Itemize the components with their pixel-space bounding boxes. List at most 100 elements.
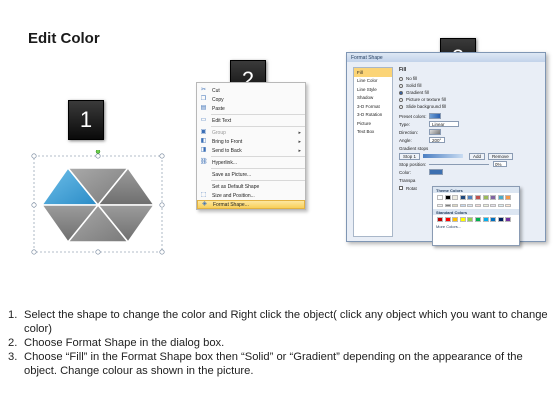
menu-item-save-as-picture[interactable]: Save as Picture... bbox=[197, 170, 305, 179]
gradient-stops-label: Gradient stops bbox=[399, 145, 429, 151]
type-label: Type: bbox=[399, 121, 411, 127]
radio-icon bbox=[399, 76, 403, 81]
color-swatch[interactable] bbox=[467, 217, 474, 223]
menu-item-group[interactable]: ▣ Group ▸ bbox=[197, 128, 305, 137]
color-swatch[interactable] bbox=[459, 217, 466, 223]
category-list: Fill Line Color Line Style Shadow 3-D Fo… bbox=[353, 67, 393, 237]
preset-colors-dropdown[interactable] bbox=[429, 113, 441, 119]
angle-input[interactable]: 200° bbox=[429, 137, 445, 143]
menu-item-bring-to-front[interactable]: ◧ Bring to Front ▸ bbox=[197, 137, 305, 146]
type-dropdown[interactable]: Linear bbox=[429, 121, 459, 127]
color-swatch[interactable] bbox=[444, 195, 451, 200]
color-swatch[interactable] bbox=[490, 217, 497, 223]
color-swatch[interactable] bbox=[467, 195, 474, 200]
color-swatch[interactable] bbox=[452, 204, 459, 208]
color-swatch[interactable] bbox=[490, 204, 497, 208]
color-swatch[interactable] bbox=[437, 204, 443, 208]
stop-position-label: Stop position: bbox=[399, 161, 427, 167]
color-palette-popup: Theme Colors Standard Colors More Colors… bbox=[432, 186, 520, 246]
resize-handle[interactable] bbox=[159, 249, 165, 255]
option-gradient-fill[interactable]: Gradient fill bbox=[399, 89, 539, 96]
scissors-icon: ✂ bbox=[200, 87, 207, 93]
option-no-fill[interactable]: No fill bbox=[399, 75, 539, 82]
color-swatch[interactable] bbox=[482, 195, 489, 200]
menu-item-set-default-shape[interactable]: Set as Default Shape bbox=[197, 182, 305, 191]
menu-item-cut[interactable]: ✂ Cut bbox=[197, 86, 305, 95]
option-solid-fill[interactable]: Solid fill bbox=[399, 82, 539, 89]
remove-stop-button[interactable]: Remove bbox=[488, 152, 513, 160]
add-stop-button[interactable]: Add bbox=[469, 152, 486, 160]
category-shadow[interactable]: Shadow bbox=[354, 94, 392, 103]
radio-icon bbox=[399, 104, 403, 109]
stop-position-input[interactable]: 0% bbox=[493, 161, 507, 167]
size-icon: ⬚ bbox=[200, 192, 207, 198]
bring-front-icon: ◧ bbox=[200, 138, 207, 144]
hexagon-shape[interactable] bbox=[30, 150, 170, 260]
radio-icon bbox=[399, 97, 403, 102]
category-picture[interactable]: Picture bbox=[354, 119, 392, 128]
category-3d-rotation[interactable]: 3-D Rotation bbox=[354, 111, 392, 120]
submenu-arrow-icon: ▸ bbox=[298, 147, 301, 154]
color-dropdown[interactable] bbox=[429, 169, 443, 175]
rotate-checkbox[interactable] bbox=[399, 186, 403, 190]
resize-handle[interactable] bbox=[31, 249, 37, 255]
color-swatch[interactable] bbox=[467, 204, 474, 208]
color-swatch[interactable] bbox=[482, 204, 489, 208]
color-swatch[interactable] bbox=[505, 195, 512, 200]
radio-icon bbox=[399, 83, 403, 88]
resize-handle[interactable] bbox=[95, 249, 101, 255]
category-fill[interactable]: Fill bbox=[354, 68, 392, 77]
menu-item-paste[interactable]: ▤ Paste bbox=[197, 104, 305, 113]
color-swatch[interactable] bbox=[490, 195, 497, 200]
category-text-box[interactable]: Text Box bbox=[354, 128, 392, 137]
hyperlink-icon: ⛓ bbox=[200, 159, 208, 165]
color-swatch[interactable] bbox=[437, 217, 443, 223]
color-swatch[interactable] bbox=[505, 217, 512, 223]
color-swatch[interactable] bbox=[482, 217, 489, 223]
option-picture-fill[interactable]: Picture or texture fill bbox=[399, 96, 539, 103]
theme-color-row bbox=[433, 193, 519, 202]
color-swatch[interactable] bbox=[452, 195, 459, 200]
color-swatch[interactable] bbox=[505, 204, 512, 208]
angle-label: Angle: bbox=[399, 137, 412, 143]
resize-handle[interactable] bbox=[159, 202, 165, 208]
dialog-title: Format Shape bbox=[347, 53, 545, 62]
fill-section-title: Fill bbox=[399, 67, 407, 73]
color-swatch[interactable] bbox=[497, 217, 504, 223]
color-swatch[interactable] bbox=[474, 217, 481, 223]
instructions-list: 1. Select the shape to change the color a… bbox=[8, 308, 553, 378]
color-swatch[interactable] bbox=[497, 195, 504, 200]
menu-item-format-shape[interactable]: ◈ Format Shape... bbox=[197, 200, 305, 209]
theme-color-shades bbox=[433, 202, 519, 209]
menu-item-copy[interactable]: ❐ Copy bbox=[197, 95, 305, 104]
rotate-label: Rotat bbox=[406, 185, 417, 191]
color-swatch[interactable] bbox=[444, 204, 451, 208]
color-swatch[interactable] bbox=[474, 204, 481, 208]
color-swatch[interactable] bbox=[459, 195, 466, 200]
stop-dropdown[interactable]: Stop 1 bbox=[399, 152, 421, 160]
color-swatch[interactable] bbox=[437, 195, 443, 200]
more-colors-link[interactable]: More Colors... bbox=[433, 224, 519, 229]
menu-item-send-to-back[interactable]: ◨ Send to Back ▸ bbox=[197, 146, 305, 155]
option-slide-background-fill[interactable]: Slide background fill bbox=[399, 103, 539, 110]
color-swatch[interactable] bbox=[497, 204, 504, 208]
color-swatch[interactable] bbox=[474, 195, 481, 200]
direction-dropdown[interactable] bbox=[429, 129, 441, 135]
menu-item-hyperlink[interactable]: ⛓ Hyperlink... bbox=[197, 158, 305, 167]
gradient-stop-bar[interactable] bbox=[423, 154, 464, 158]
resize-handle[interactable] bbox=[95, 153, 101, 159]
category-line-style[interactable]: Line Style bbox=[354, 85, 392, 94]
color-swatch[interactable] bbox=[452, 217, 459, 223]
menu-item-edit-text[interactable]: ▭ Edit Text bbox=[197, 116, 305, 125]
color-swatch[interactable] bbox=[459, 204, 466, 208]
rotate-handle[interactable] bbox=[95, 150, 101, 154]
category-line-color[interactable]: Line Color bbox=[354, 77, 392, 86]
menu-item-size-and-position[interactable]: ⬚ Size and Position... bbox=[197, 191, 305, 200]
resize-handle[interactable] bbox=[31, 202, 37, 208]
context-menu: ✂ Cut ❐ Copy ▤ Paste ▭ Edit Text ▣ Group ▸ ◧ Br… bbox=[196, 82, 306, 210]
stop-position-slider[interactable] bbox=[429, 163, 489, 165]
color-swatch[interactable] bbox=[444, 217, 451, 223]
category-3d-format[interactable]: 3-D Format bbox=[354, 102, 392, 111]
resize-handle[interactable] bbox=[159, 153, 165, 159]
resize-handle[interactable] bbox=[31, 153, 37, 159]
